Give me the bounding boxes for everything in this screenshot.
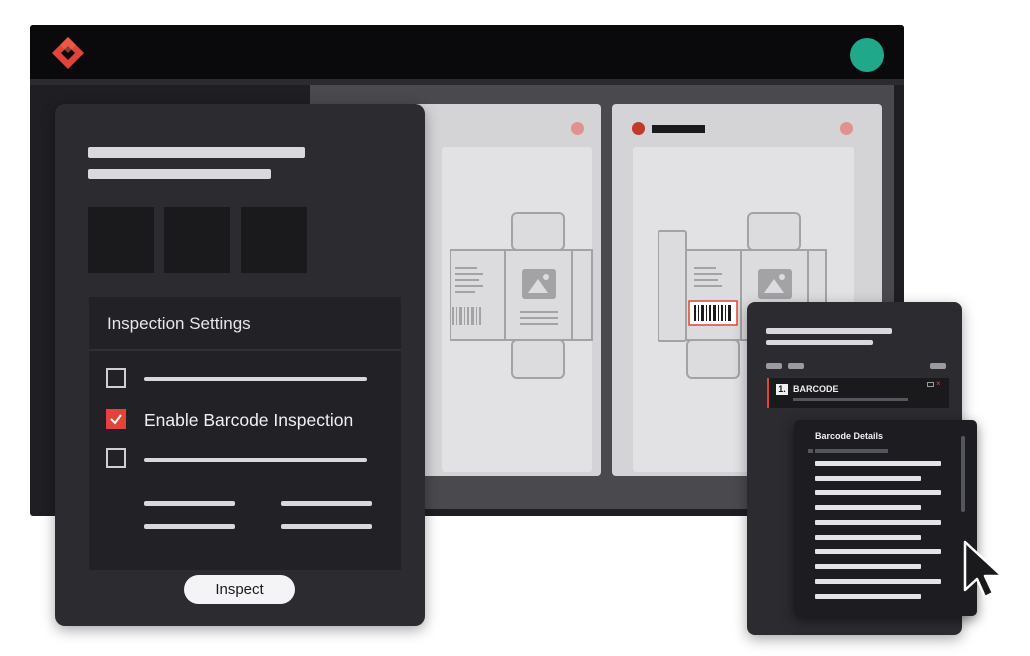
barcode-result-item[interactable]: 1. BARCODE × (767, 378, 949, 408)
thumbnail[interactable] (241, 207, 307, 273)
detail-line (815, 476, 921, 481)
placeholder-heading (766, 328, 892, 334)
status-dot (632, 122, 645, 135)
placeholder-subheading (766, 340, 873, 345)
detail-line (815, 505, 921, 510)
placeholder-text (144, 501, 235, 506)
item-label: BARCODE (793, 384, 839, 394)
barcode-details-title: Barcode Details (815, 431, 884, 441)
option-checkbox[interactable] (106, 448, 126, 468)
detail-line (815, 490, 941, 495)
inspection-settings-box (89, 297, 401, 570)
comment-icon[interactable] (927, 382, 934, 387)
placeholder-subheading (815, 449, 888, 453)
detail-line (815, 579, 941, 584)
option-label-placeholder (144, 458, 367, 462)
placeholder-subheading (88, 169, 271, 179)
detail-line (815, 535, 921, 540)
status-dot (571, 122, 584, 135)
detail-line (815, 549, 941, 554)
close-icon[interactable]: × (936, 379, 941, 388)
bullet (808, 449, 813, 453)
mouse-pointer-icon (963, 540, 1004, 599)
placeholder-text (144, 524, 235, 529)
inspection-settings-title: Inspection Settings (107, 314, 251, 333)
thumbnail[interactable] (164, 207, 230, 273)
option-label-placeholder (144, 377, 367, 381)
item-number: 1. (776, 384, 788, 395)
detail-line (815, 594, 921, 599)
enable-barcode-checkbox[interactable] (106, 409, 126, 429)
scrollbar[interactable] (961, 436, 965, 512)
option-checkbox[interactable] (106, 368, 126, 388)
checkmark-icon (110, 414, 122, 425)
detail-line (815, 520, 941, 525)
placeholder-text (281, 501, 372, 506)
barcode-details-popup: Barcode Details (794, 420, 977, 616)
status-dot (840, 122, 853, 135)
toolbar-chip[interactable] (930, 363, 946, 369)
divider (89, 349, 401, 351)
detail-line (815, 461, 941, 466)
package-dieline-icon (450, 212, 593, 379)
settings-panel: Inspection Settings Enable Barcode Inspe… (55, 104, 425, 626)
detail-line (815, 564, 921, 569)
placeholder-heading (88, 147, 305, 158)
panel-label-bar (652, 125, 705, 133)
item-subtitle-placeholder (793, 398, 908, 401)
toolbar-chip[interactable] (788, 363, 804, 369)
toolbar-chip[interactable] (766, 363, 782, 369)
placeholder-text (281, 524, 372, 529)
diamond-logo-icon[interactable] (50, 35, 86, 71)
top-bar (30, 25, 904, 79)
inspect-button[interactable]: Inspect (184, 575, 295, 604)
enable-barcode-label: Enable Barcode Inspection (144, 410, 354, 430)
thumbnail[interactable] (88, 207, 154, 273)
user-avatar-icon[interactable] (850, 38, 884, 72)
